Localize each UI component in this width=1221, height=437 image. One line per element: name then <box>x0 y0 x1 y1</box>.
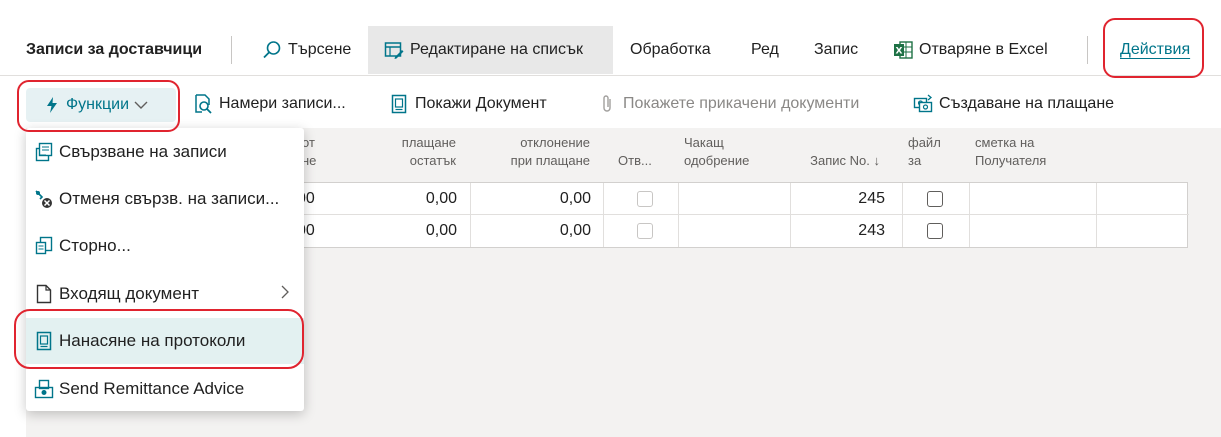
column-header-open[interactable]: Отв... <box>618 152 652 170</box>
divider <box>0 75 1221 76</box>
create-payment-button[interactable]: Създаване на плащане <box>913 80 1114 128</box>
column-header-remaining[interactable]: плащане остатък <box>370 134 456 170</box>
edit-list-button[interactable]: Редактиране на списък <box>368 26 613 74</box>
processing-menu[interactable]: Обработка <box>630 26 711 74</box>
column-header-line: за <box>908 153 922 168</box>
show-document-button[interactable]: Покажи Документ <box>389 80 547 128</box>
document-icon <box>389 94 409 114</box>
secondary-action-bar: Функции Намери записи... Покажи Документ… <box>0 80 1221 128</box>
separator <box>1087 36 1088 64</box>
highlight-actions <box>1103 18 1204 78</box>
menu-item-apply-entries[interactable]: Свързване на записи <box>26 129 304 175</box>
column-header-line: не <box>302 153 317 168</box>
search-label: Търсене <box>288 41 352 58</box>
file-checkbox[interactable] <box>927 223 943 239</box>
document-icon <box>34 284 54 304</box>
column-header-label: Запис No. <box>810 153 870 168</box>
column-header[interactable]: от не <box>302 134 316 170</box>
page-title: Записи за доставчици <box>26 41 203 58</box>
show-attachments-button[interactable]: Покажете прикачени документи <box>597 80 859 128</box>
cell-remaining: 0,00 <box>425 190 457 207</box>
apply-entries-icon <box>34 142 54 162</box>
find-entries-button[interactable]: Намери записи... <box>193 80 346 128</box>
menu-item-unapply-entries[interactable]: Отменя свързв. на записи... <box>26 176 304 222</box>
open-checkbox <box>637 223 653 239</box>
highlight-functions <box>17 80 180 132</box>
column-header-tolerance[interactable]: отклонение при плащане <box>470 134 590 170</box>
remittance-icon <box>34 379 54 399</box>
svg-text:X: X <box>896 47 903 57</box>
top-action-bar: Записи за доставчици Търсене Редактиране… <box>0 26 1221 74</box>
edit-list-icon <box>384 40 404 60</box>
menu-item-label: Send Remittance Advice <box>59 379 245 398</box>
show-document-label: Покажи Документ <box>415 95 547 112</box>
column-header-line: Получателя <box>975 153 1047 168</box>
column-header-line: при плащане <box>510 153 590 168</box>
menu-item-label: Отменя свързв. на записи... <box>59 189 280 208</box>
search-icon <box>262 40 282 60</box>
chevron-right-icon <box>280 284 290 305</box>
menu-item-label: Сторно... <box>59 236 131 255</box>
cell-remaining: 0,00 <box>425 222 457 239</box>
cell-entry-no: 243 <box>858 222 885 239</box>
processing-label: Обработка <box>630 41 711 58</box>
search-button[interactable]: Търсене <box>262 26 351 74</box>
column-header-line: отклонение <box>520 135 590 150</box>
line-label: Ред <box>751 41 779 58</box>
open-checkbox <box>637 191 653 207</box>
file-checkbox[interactable] <box>927 191 943 207</box>
open-in-excel-label: Отваряне в Excel <box>919 41 1048 58</box>
column-header-pending-approval[interactable]: Чакащ одобрение <box>684 134 749 170</box>
menu-item-send-remittance-advice[interactable]: Send Remittance Advice <box>26 366 304 412</box>
column-header-line: файл <box>908 135 941 150</box>
menu-item-reverse[interactable]: Сторно... <box>26 223 304 269</box>
column-header-line: сметка на <box>975 135 1035 150</box>
column-header-recipient-account[interactable]: сметка на Получателя <box>975 134 1046 170</box>
cell-entry-no: 245 <box>858 190 885 207</box>
entry-menu[interactable]: Запис <box>814 26 858 74</box>
column-header-line: от <box>302 135 315 150</box>
separator <box>231 36 232 64</box>
unapply-entries-icon <box>34 189 54 209</box>
find-entries-label: Намери записи... <box>219 95 346 112</box>
line-menu[interactable]: Ред <box>751 26 779 74</box>
paperclip-icon <box>597 94 617 114</box>
cell-tolerance: 0,00 <box>559 190 591 207</box>
entry-label: Запис <box>814 41 859 58</box>
excel-icon: X <box>893 40 913 60</box>
column-header-file[interactable]: файл за <box>908 134 941 170</box>
column-header-line: одобрение <box>684 153 750 168</box>
show-attachments-label: Покажете прикачени документи <box>623 95 860 112</box>
open-in-excel-button[interactable]: X Отваряне в Excel <box>893 26 1048 74</box>
create-payment-icon <box>913 94 933 114</box>
menu-item-label: Свързване на записи <box>59 142 227 161</box>
column-header-line: Чакащ <box>684 135 724 150</box>
edit-list-label: Редактиране на списък <box>410 41 583 58</box>
sort-arrow-down-icon: ↓ <box>873 153 881 168</box>
column-header-line: плащане <box>401 135 456 150</box>
create-payment-label: Създаване на плащане <box>939 95 1115 112</box>
highlight-post-item <box>14 309 304 369</box>
menu-item-label: Входящ документ <box>59 284 200 303</box>
reverse-icon <box>34 236 54 256</box>
cell-tolerance: 0,00 <box>559 222 591 239</box>
column-header-line: остатък <box>409 153 456 168</box>
column-header-entry-no[interactable]: Запис No. ↓ <box>790 152 880 170</box>
find-entries-icon <box>193 94 213 114</box>
